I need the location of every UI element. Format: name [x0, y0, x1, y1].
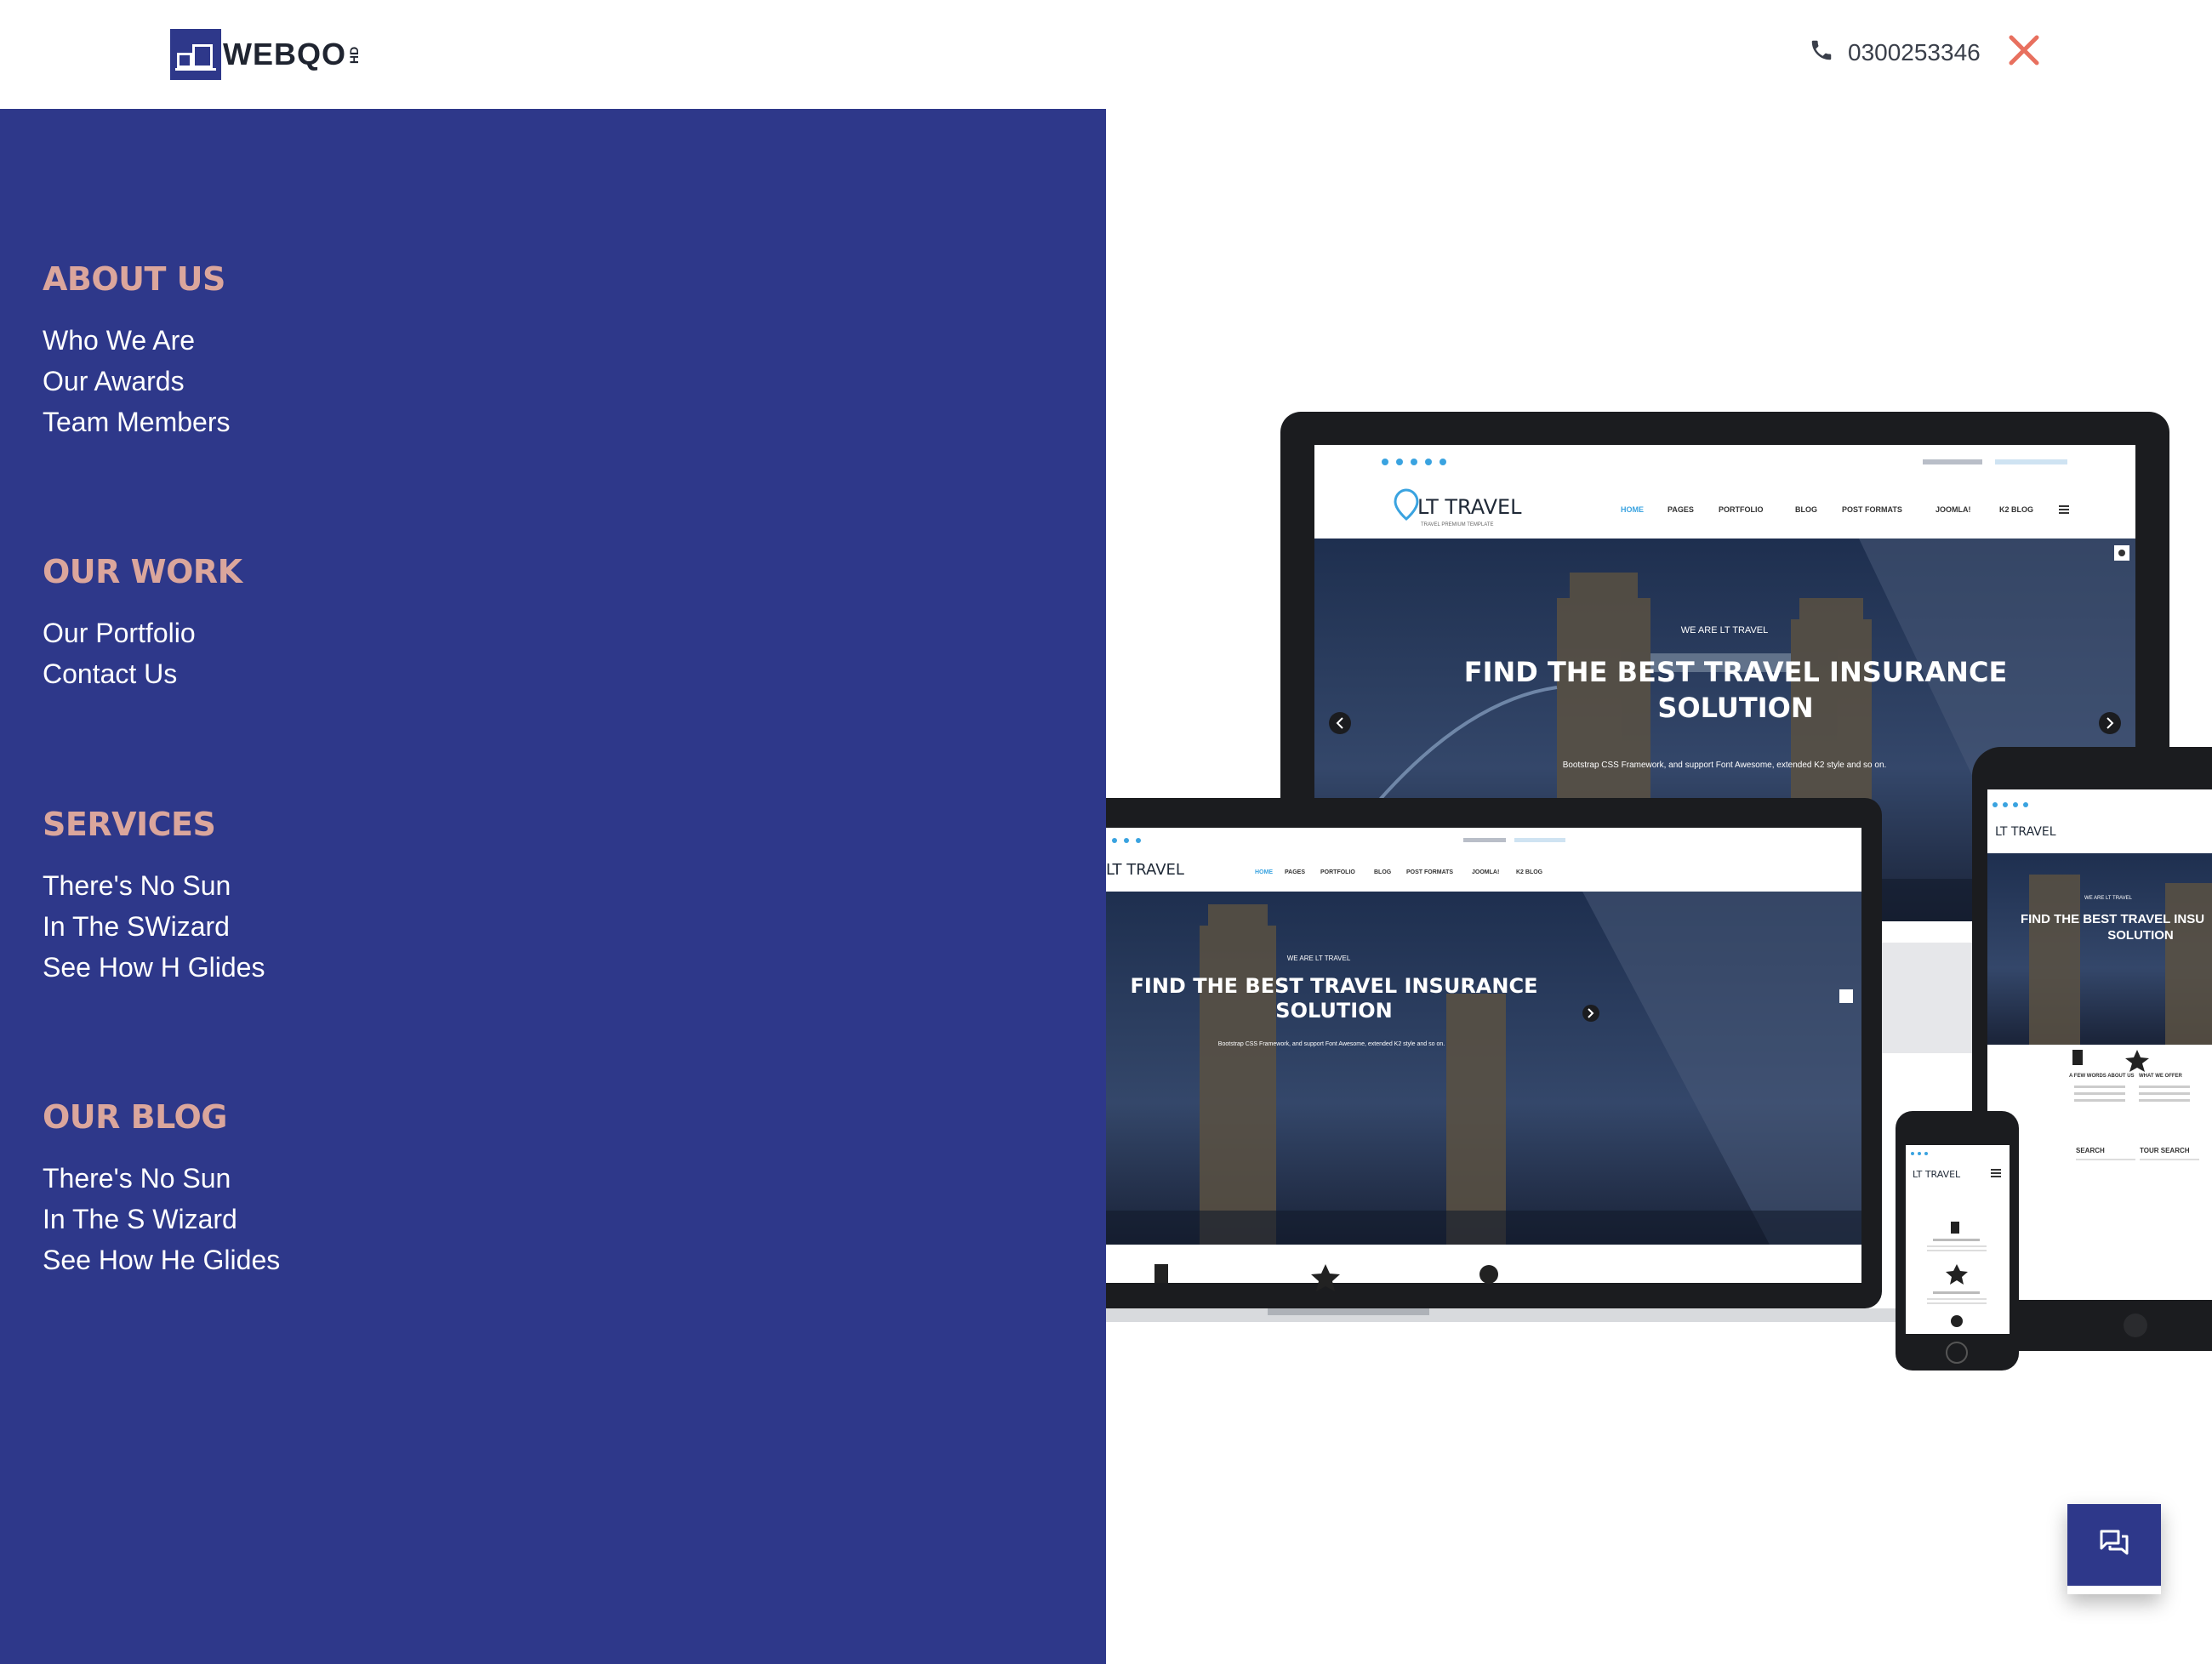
phone-icon [1809, 37, 1834, 67]
laptop-eyebrow: WE ARE LT TRAVEL [1287, 955, 1351, 962]
imac-headline-2: SOLUTION [1657, 692, 1813, 724]
laptop-brand: LT TRAVEL [1106, 861, 1184, 879]
logo-text: WEBQO [223, 37, 346, 71]
menu-link-blog-1[interactable]: There's No Sun [43, 1158, 280, 1199]
menu-section-about: ABOUT US Who We Are Our Awards Team Memb… [43, 260, 231, 442]
close-icon [2009, 35, 2039, 66]
tablet-brand: LT TRAVEL [1995, 825, 2056, 839]
site-header: WEBQO HD 0300253346 [0, 0, 2212, 109]
menu-link-contact-us[interactable]: Contact Us [43, 653, 242, 694]
menu-link-services-1[interactable]: There's No Sun [43, 865, 265, 906]
imac-subtext: Bootstrap CSS Framework, and support Fon… [1563, 761, 1887, 770]
imac-brand: LT TRAVEL [1417, 495, 1522, 519]
svg-text:K2 BLOG: K2 BLOG [1999, 505, 2033, 514]
menu-heading-work: OUR WORK [43, 553, 242, 590]
menu-heading-about: ABOUT US [43, 260, 225, 298]
svg-text:BLOG: BLOG [1795, 505, 1817, 514]
logo-mark-icon [170, 29, 221, 80]
menu-link-services-2[interactable]: In The SWizard [43, 906, 265, 947]
imac-prev-arrow-icon [1329, 712, 1351, 734]
phone-mockup: LT TRAVEL [1896, 1111, 2019, 1371]
laptop-headline-2: SOLUTION [1275, 999, 1392, 1023]
menu-panel: ABOUT US Who We Are Our Awards Team Memb… [0, 109, 1106, 1664]
svg-text:JOOMLA!: JOOMLA! [1472, 869, 1499, 875]
svg-text:PAGES: PAGES [1285, 869, 1305, 875]
svg-text:PORTFOLIO: PORTFOLIO [1320, 869, 1355, 875]
menu-link-our-awards[interactable]: Our Awards [43, 361, 231, 402]
phone-contact[interactable]: 0300253346 [1809, 37, 1981, 67]
svg-text:HOME: HOME [1621, 505, 1644, 514]
imac-eyebrow: WE ARE LT TRAVEL [1681, 625, 1769, 635]
menu-link-blog-3[interactable]: See How He Glides [43, 1239, 280, 1280]
laptop-mockup: LT TRAVEL HOME PAGES PORTFOLIO BLOG POST… [1106, 798, 1923, 1322]
svg-text:HOME: HOME [1255, 869, 1273, 875]
menu-link-who-we-are[interactable]: Who We Are [43, 320, 231, 361]
tablet-about-label: A FEW WORDS ABOUT US [2069, 1074, 2135, 1079]
chat-icon [2100, 1530, 2129, 1555]
laptop-subtext: Bootstrap CSS Framework, and support Fon… [1218, 1041, 1445, 1047]
menu-heading-blog: OUR BLOG [43, 1098, 227, 1136]
tablet-eyebrow: WE ARE LT TRAVEL [2084, 896, 2133, 901]
phone-brand: LT TRAVEL [1913, 1169, 1961, 1180]
laptop-headline-1: FIND THE BEST TRAVEL INSURANCE [1131, 974, 1538, 998]
tablet-search-label: SEARCH [2076, 1147, 2105, 1154]
menu-link-services-3[interactable]: See How H Glides [43, 947, 265, 988]
imac-headline-1: FIND THE BEST TRAVEL INSURANCE [1464, 656, 2008, 688]
menu-section-work: OUR WORK Our Portfolio Contact Us [43, 553, 242, 694]
tablet-tour-search-label: TOUR SEARCH [2140, 1147, 2190, 1154]
menu-link-team-members[interactable]: Team Members [43, 402, 231, 442]
svg-text:PAGES: PAGES [1668, 505, 1694, 514]
imac-brand-tagline: TRAVEL PREMIUM TEMPLATE [1421, 522, 1493, 527]
menu-section-services: SERVICES There's No Sun In The SWizard S… [43, 806, 265, 988]
chat-button[interactable] [2067, 1504, 2161, 1594]
tablet-offer-label: WHAT WE OFFER [2139, 1074, 2183, 1079]
logo-sub-text: HD [347, 46, 361, 64]
menu-heading-services: SERVICES [43, 806, 216, 843]
imac-hamburger-icon [2059, 505, 2069, 514]
menu-link-blog-2[interactable]: In The S Wizard [43, 1199, 280, 1239]
svg-text:POST FORMATS: POST FORMATS [1406, 869, 1453, 875]
phone-number: 0300253346 [1848, 38, 1981, 66]
imac-next-arrow-icon [2099, 712, 2121, 734]
svg-text:PORTFOLIO: PORTFOLIO [1719, 505, 1764, 514]
tablet-headline-2: SOLUTION [2107, 928, 2174, 943]
close-menu-button[interactable] [2006, 32, 2042, 68]
menu-section-blog: OUR BLOG There's No Sun In The S Wizard … [43, 1098, 280, 1280]
svg-text:K2 BLOG: K2 BLOG [1516, 869, 1543, 875]
logo[interactable]: WEBQO HD [170, 28, 361, 81]
svg-text:BLOG: BLOG [1374, 869, 1392, 875]
hero-device-mockup: LT TRAVEL TRAVEL PREMIUM TEMPLATE HOME P… [1106, 109, 2212, 1664]
menu-link-our-portfolio[interactable]: Our Portfolio [43, 613, 242, 653]
svg-text:JOOMLA!: JOOMLA! [1936, 505, 1971, 514]
tablet-headline-1: FIND THE BEST TRAVEL INSU [2021, 912, 2204, 926]
svg-text:POST FORMATS: POST FORMATS [1842, 505, 1902, 514]
